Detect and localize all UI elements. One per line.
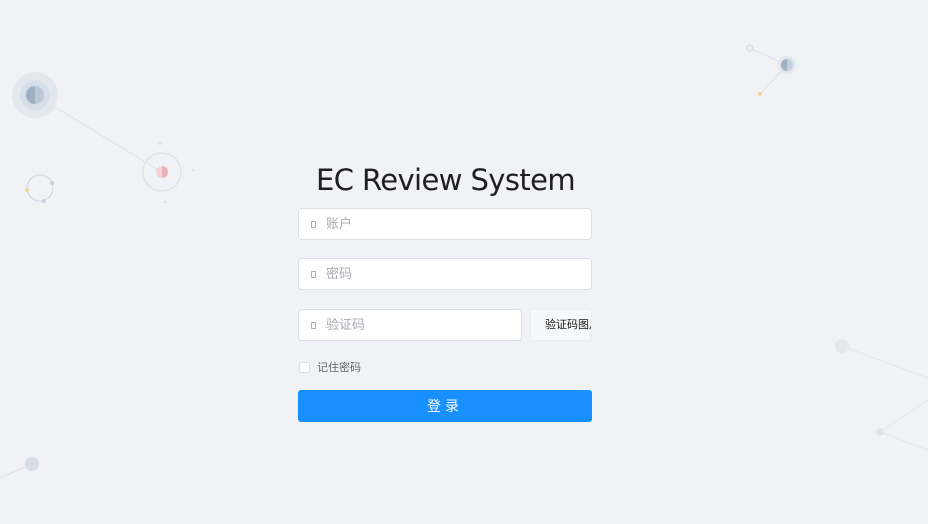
captcha-input[interactable] [326, 310, 513, 340]
lock-icon [311, 271, 316, 278]
username-field[interactable] [298, 208, 592, 240]
captcha-field[interactable] [298, 309, 522, 341]
page-title: EC Review System [316, 163, 576, 197]
key-icon [311, 322, 316, 329]
password-input[interactable] [326, 259, 583, 289]
captcha-image[interactable]: 验证码图片 [530, 309, 592, 341]
checkbox-box[interactable] [299, 361, 310, 373]
login-button[interactable]: 登录 [298, 390, 592, 422]
remember-password-checkbox[interactable]: 记住密码 [299, 359, 361, 375]
username-input[interactable] [326, 209, 583, 239]
captcha-image-alt-text: 验证码图片 [545, 318, 591, 331]
user-icon [311, 221, 316, 228]
password-field[interactable] [298, 258, 592, 290]
login-page: EC Review System 验证码图片 记住密码 登录 [0, 0, 928, 524]
remember-password-label: 记住密码 [317, 361, 361, 374]
